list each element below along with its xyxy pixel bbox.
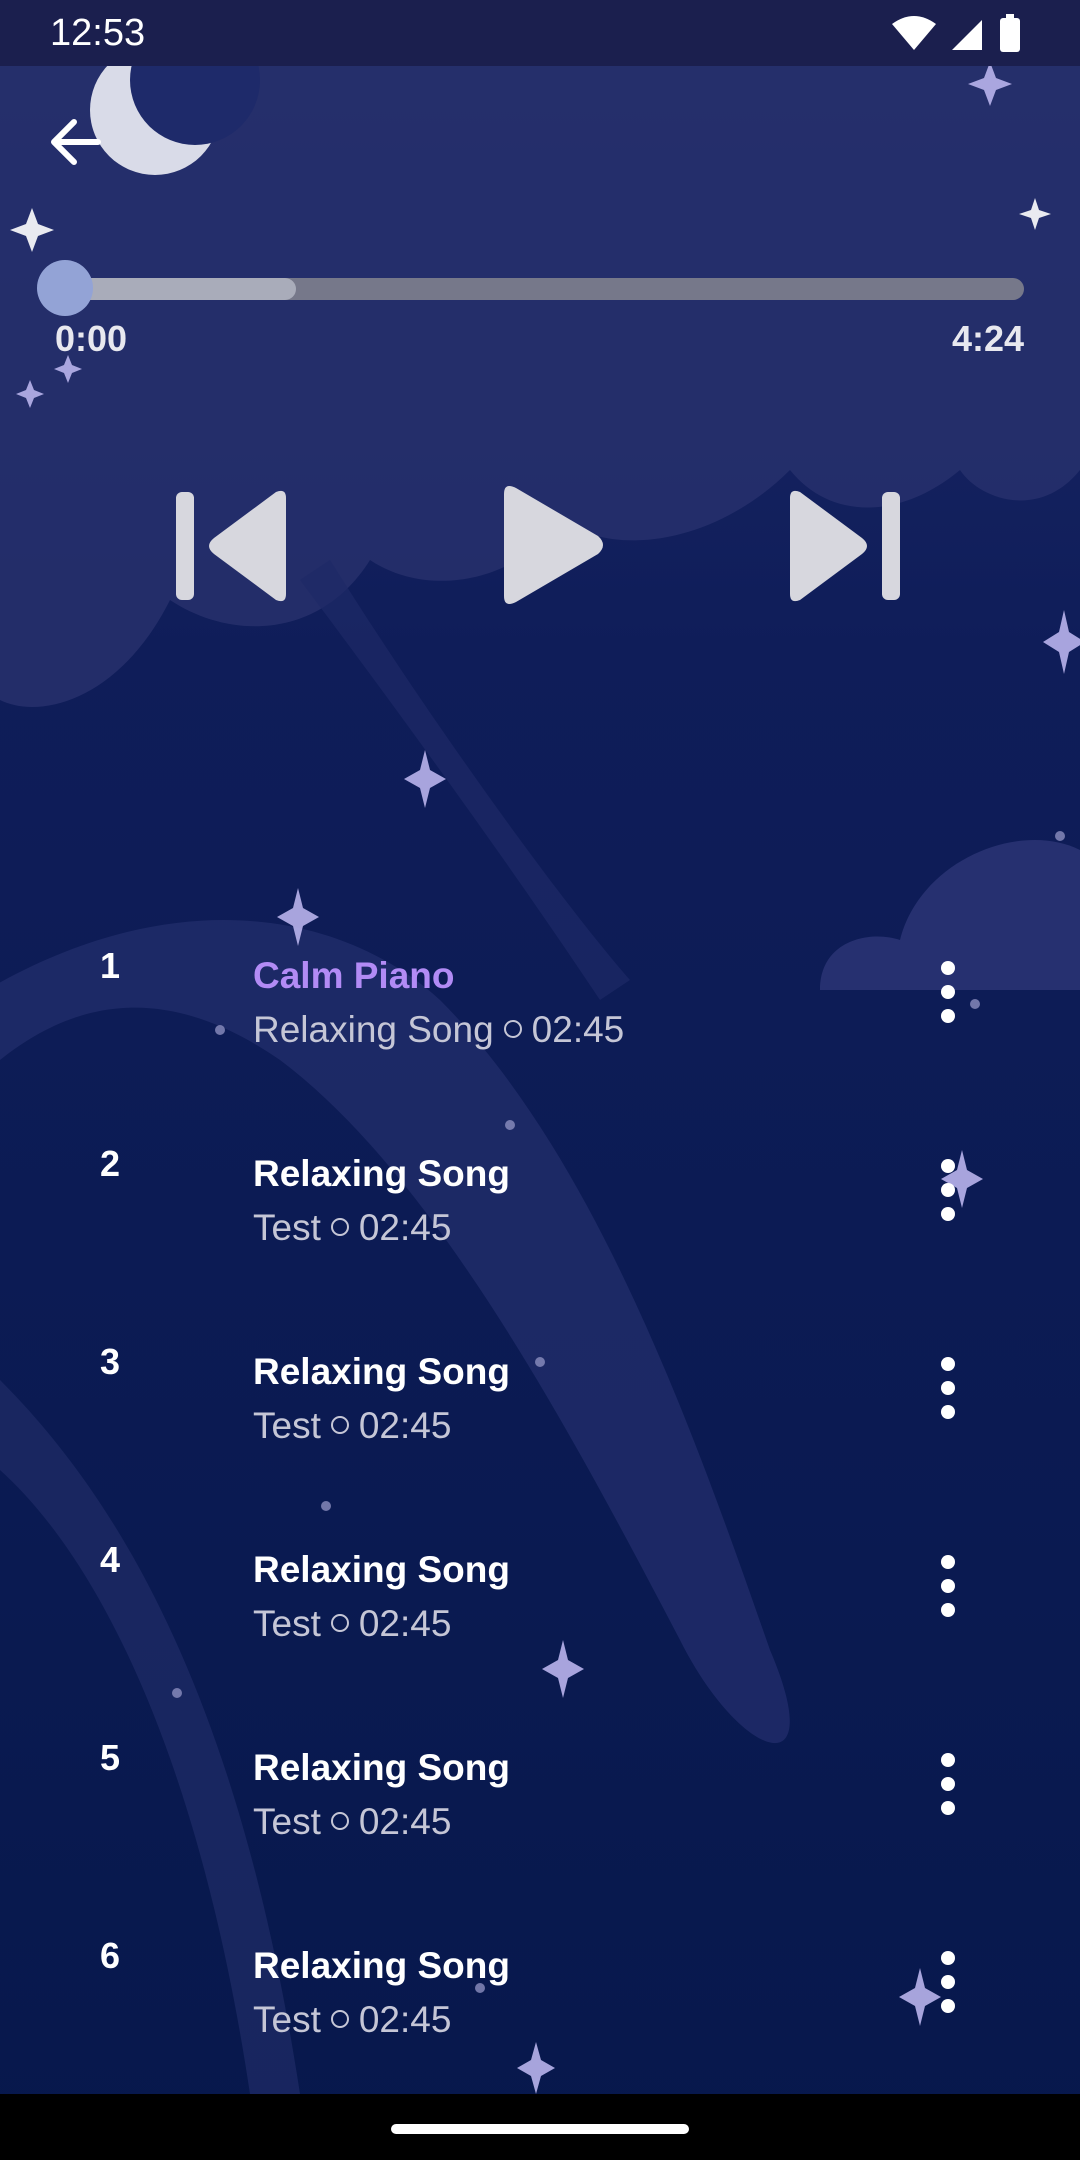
arrow-left-icon — [51, 119, 101, 165]
previous-button[interactable] — [170, 486, 290, 606]
skip-previous-icon — [176, 490, 286, 602]
more-options-button[interactable] — [926, 1749, 970, 1819]
track-title: Calm Piano — [253, 955, 455, 996]
track-duration: 02:45 — [358, 1999, 452, 2040]
track-artist: Test — [253, 1603, 321, 1644]
list-item[interactable]: 2 Relaxing Song Test 02:45 — [0, 1143, 1080, 1323]
track-number: 2 — [100, 1143, 121, 1184]
track-title: Relaxing Song — [253, 1747, 510, 1788]
track-artist: Test — [253, 1207, 321, 1248]
back-button[interactable] — [46, 112, 110, 176]
more-vert-icon — [941, 961, 955, 1023]
track-number: 6 — [100, 1935, 121, 1976]
progress-buffered — [62, 278, 296, 300]
track-title: Relaxing Song — [253, 1351, 510, 1392]
more-options-button[interactable] — [926, 1155, 970, 1225]
wifi-icon — [892, 16, 936, 50]
track-subtitle: Test 02:45 — [253, 1999, 451, 2041]
play-button[interactable] — [490, 480, 610, 610]
track-title: Relaxing Song — [253, 1549, 510, 1590]
more-vert-icon — [941, 1753, 955, 1815]
track-number: 5 — [100, 1737, 121, 1778]
track-artist: Test — [253, 1801, 321, 1842]
more-vert-icon — [941, 1357, 955, 1419]
track-duration: 02:45 — [358, 1603, 452, 1644]
more-options-button[interactable] — [926, 1353, 970, 1423]
cell-signal-icon — [952, 20, 982, 50]
track-subtitle: Relaxing Song 02:45 — [253, 1009, 624, 1051]
track-artist: Test — [253, 1999, 321, 2040]
status-time: 12:53 — [50, 12, 146, 54]
track-subtitle: Test 02:45 — [253, 1603, 451, 1645]
status-bar: 12:53 — [0, 0, 1080, 66]
separator-dot — [330, 1218, 349, 1237]
list-item[interactable]: 3 Relaxing Song Test 02:45 — [0, 1341, 1080, 1521]
more-options-button[interactable] — [926, 1551, 970, 1621]
list-item[interactable]: 4 Relaxing Song Test 02:45 — [0, 1539, 1080, 1719]
home-gesture-handle[interactable] — [391, 2124, 689, 2134]
track-title: Relaxing Song — [253, 1153, 510, 1194]
separator-dot — [503, 1020, 522, 1039]
track-artist: Relaxing Song — [253, 1009, 494, 1050]
more-options-button[interactable] — [926, 957, 970, 1027]
current-time: 0:00 — [55, 318, 128, 359]
track-subtitle: Test 02:45 — [253, 1405, 451, 1447]
separator-dot — [330, 1812, 349, 1831]
track-artist: Test — [253, 1405, 321, 1446]
more-options-button[interactable] — [926, 1947, 970, 2017]
more-vert-icon — [941, 1555, 955, 1617]
music-player-screen: 12:53 0:00 4:24 1 Calm Piano Relaxing So… — [0, 0, 1080, 2160]
more-vert-icon — [941, 1159, 955, 1221]
track-duration: 02:45 — [358, 1405, 452, 1446]
track-subtitle: Test 02:45 — [253, 1207, 451, 1249]
next-button[interactable] — [786, 486, 906, 606]
track-title: Relaxing Song — [253, 1945, 510, 1986]
list-item[interactable]: 1 Calm Piano Relaxing Song 02:45 — [0, 945, 1080, 1125]
navigation-bar — [0, 2094, 1080, 2160]
track-number: 1 — [100, 945, 121, 986]
track-number: 4 — [100, 1539, 121, 1580]
more-vert-icon — [941, 1951, 955, 2013]
progress-thumb[interactable] — [37, 260, 93, 316]
track-duration: 02:45 — [358, 1801, 452, 1842]
skip-next-icon — [790, 490, 900, 602]
track-duration: 02:45 — [531, 1009, 625, 1050]
separator-dot — [330, 2010, 349, 2029]
list-item[interactable]: 5 Relaxing Song Test 02:45 — [0, 1737, 1080, 1917]
play-icon — [504, 486, 603, 604]
list-item[interactable]: 6 Relaxing Song Test 02:45 — [0, 1935, 1080, 2115]
battery-icon — [1000, 18, 1020, 52]
track-subtitle: Test 02:45 — [253, 1801, 451, 1843]
separator-dot — [330, 1416, 349, 1435]
status-icons — [892, 14, 1020, 52]
separator-dot — [330, 1614, 349, 1633]
total-time: 4:24 — [951, 318, 1024, 359]
track-number: 3 — [100, 1341, 121, 1382]
track-duration: 02:45 — [358, 1207, 452, 1248]
